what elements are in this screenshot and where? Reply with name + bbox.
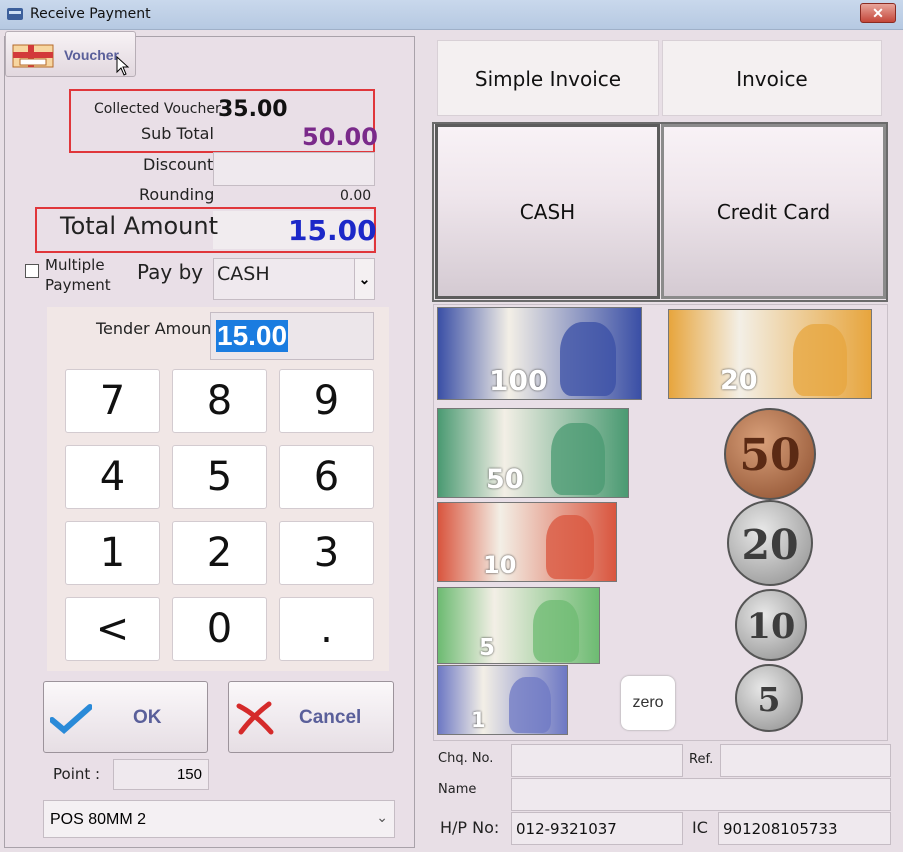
name-field[interactable]	[511, 778, 891, 811]
chq-no-field[interactable]	[511, 744, 683, 777]
collected-voucher-label: Collected Voucher	[94, 101, 221, 117]
portrait-icon	[551, 423, 605, 495]
banknote-value: 50	[486, 464, 524, 495]
checkmark-icon	[50, 704, 92, 734]
banknote-10[interactable]: 10	[437, 502, 617, 582]
sub-total-label: Sub Total	[141, 124, 214, 143]
invoice-button[interactable]: Invoice	[662, 40, 882, 116]
numpad-key-9[interactable]: 9	[279, 369, 374, 433]
multiple-payment-label-2: Payment	[45, 276, 111, 294]
printer-value: POS 80MM 2	[50, 811, 147, 828]
banknote-20[interactable]: 20	[668, 309, 872, 399]
ref-label: Ref.	[689, 752, 714, 767]
numpad-key-5[interactable]: 5	[172, 445, 267, 509]
window-title: Receive Payment	[30, 6, 151, 22]
portrait-icon	[546, 515, 594, 579]
voucher-icon	[12, 44, 54, 68]
numpad-key-0[interactable]: 0	[172, 597, 267, 661]
discount-field[interactable]	[213, 152, 375, 186]
total-amount-label: Total Amount	[60, 212, 218, 240]
rounding-label: Rounding	[139, 185, 215, 204]
banknote-value: 10	[483, 551, 517, 579]
pay-by-value: CASH	[217, 263, 270, 285]
chevron-down-icon[interactable]: ⌄	[376, 809, 388, 826]
ok-button[interactable]: OK	[43, 681, 208, 753]
voucher-label: Voucher	[64, 47, 119, 63]
ic-field[interactable]: 901208105733	[718, 812, 891, 845]
mouse-cursor-icon	[116, 56, 130, 76]
chevron-down-icon[interactable]: ⌄	[354, 259, 374, 299]
simple-invoice-button[interactable]: Simple Invoice	[437, 40, 659, 116]
banknote-5[interactable]: 5	[437, 587, 600, 664]
banknote-value: 1	[471, 708, 486, 732]
numpad-key-7[interactable]: 7	[65, 369, 160, 433]
banknote-50[interactable]: 50	[437, 408, 629, 498]
sub-total-value: 50.00	[302, 123, 378, 151]
title-bar: Receive Payment ✕	[0, 0, 903, 30]
credit-card-button[interactable]: Credit Card	[661, 124, 886, 299]
hp-no-label: H/P No:	[440, 818, 500, 837]
coin-20[interactable]: 20	[727, 500, 813, 586]
portrait-icon	[509, 677, 551, 733]
discount-label: Discount	[143, 155, 214, 174]
coin-10[interactable]: 10	[735, 589, 807, 661]
ic-value: 901208105733	[723, 820, 838, 838]
rounding-value: 0.00	[340, 188, 372, 204]
name-label: Name	[438, 782, 477, 797]
coin-5[interactable]: 5	[735, 664, 803, 732]
cancel-x-icon	[236, 701, 274, 735]
banknote-100[interactable]: 100	[437, 307, 642, 400]
zero-button[interactable]: zero	[621, 676, 675, 730]
numpad-key-1[interactable]: 1	[65, 521, 160, 585]
close-button[interactable]: ✕	[860, 3, 896, 23]
tender-amount-input[interactable]: 15.00	[210, 312, 374, 360]
ok-label: OK	[133, 707, 162, 728]
portrait-icon	[533, 600, 579, 662]
cancel-button[interactable]: Cancel	[228, 681, 394, 753]
point-label: Point :	[53, 765, 101, 783]
tender-amount-value: 15.00	[216, 320, 289, 352]
tender-amount-label: Tender Amount	[96, 319, 218, 338]
printer-select[interactable]: POS 80MM 2 ⌄	[43, 800, 395, 838]
chq-no-label: Chq. No.	[438, 751, 494, 766]
banknote-value: 100	[489, 364, 548, 397]
pay-by-label: Pay by	[137, 260, 204, 284]
numpad-key-decimal[interactable]: .	[279, 597, 374, 661]
pay-by-select[interactable]: CASH ⌄	[213, 258, 375, 300]
numpad-key-4[interactable]: 4	[65, 445, 160, 509]
multiple-payment-label-1: Multiple	[45, 256, 105, 274]
banknote-value: 5	[479, 635, 496, 661]
hp-no-field[interactable]: 012-9321037	[511, 812, 683, 845]
numpad-key-6[interactable]: 6	[279, 445, 374, 509]
voucher-button[interactable]: Voucher	[5, 31, 136, 77]
numpad-key-backspace[interactable]: <	[65, 597, 160, 661]
numpad-key-8[interactable]: 8	[172, 369, 267, 433]
payment-icon	[7, 8, 23, 20]
point-field: 150	[113, 759, 209, 790]
cancel-label: Cancel	[299, 707, 362, 728]
ic-label: IC	[692, 818, 708, 837]
numpad-key-2[interactable]: 2	[172, 521, 267, 585]
portrait-icon	[793, 324, 847, 396]
collected-voucher-value: 35.00	[218, 97, 288, 122]
banknote-1[interactable]: 1	[437, 665, 568, 735]
portrait-icon	[560, 322, 616, 396]
ref-field[interactable]	[720, 744, 891, 777]
banknote-value: 20	[720, 365, 758, 396]
multiple-payment-checkbox[interactable]	[25, 264, 39, 278]
coin-50[interactable]: 50	[724, 408, 816, 500]
total-amount-value: 15.00	[288, 214, 377, 247]
numpad-key-3[interactable]: 3	[279, 521, 374, 585]
hp-no-value: 012-9321037	[516, 820, 617, 838]
point-value: 150	[176, 766, 202, 783]
cash-button[interactable]: CASH	[435, 124, 660, 299]
